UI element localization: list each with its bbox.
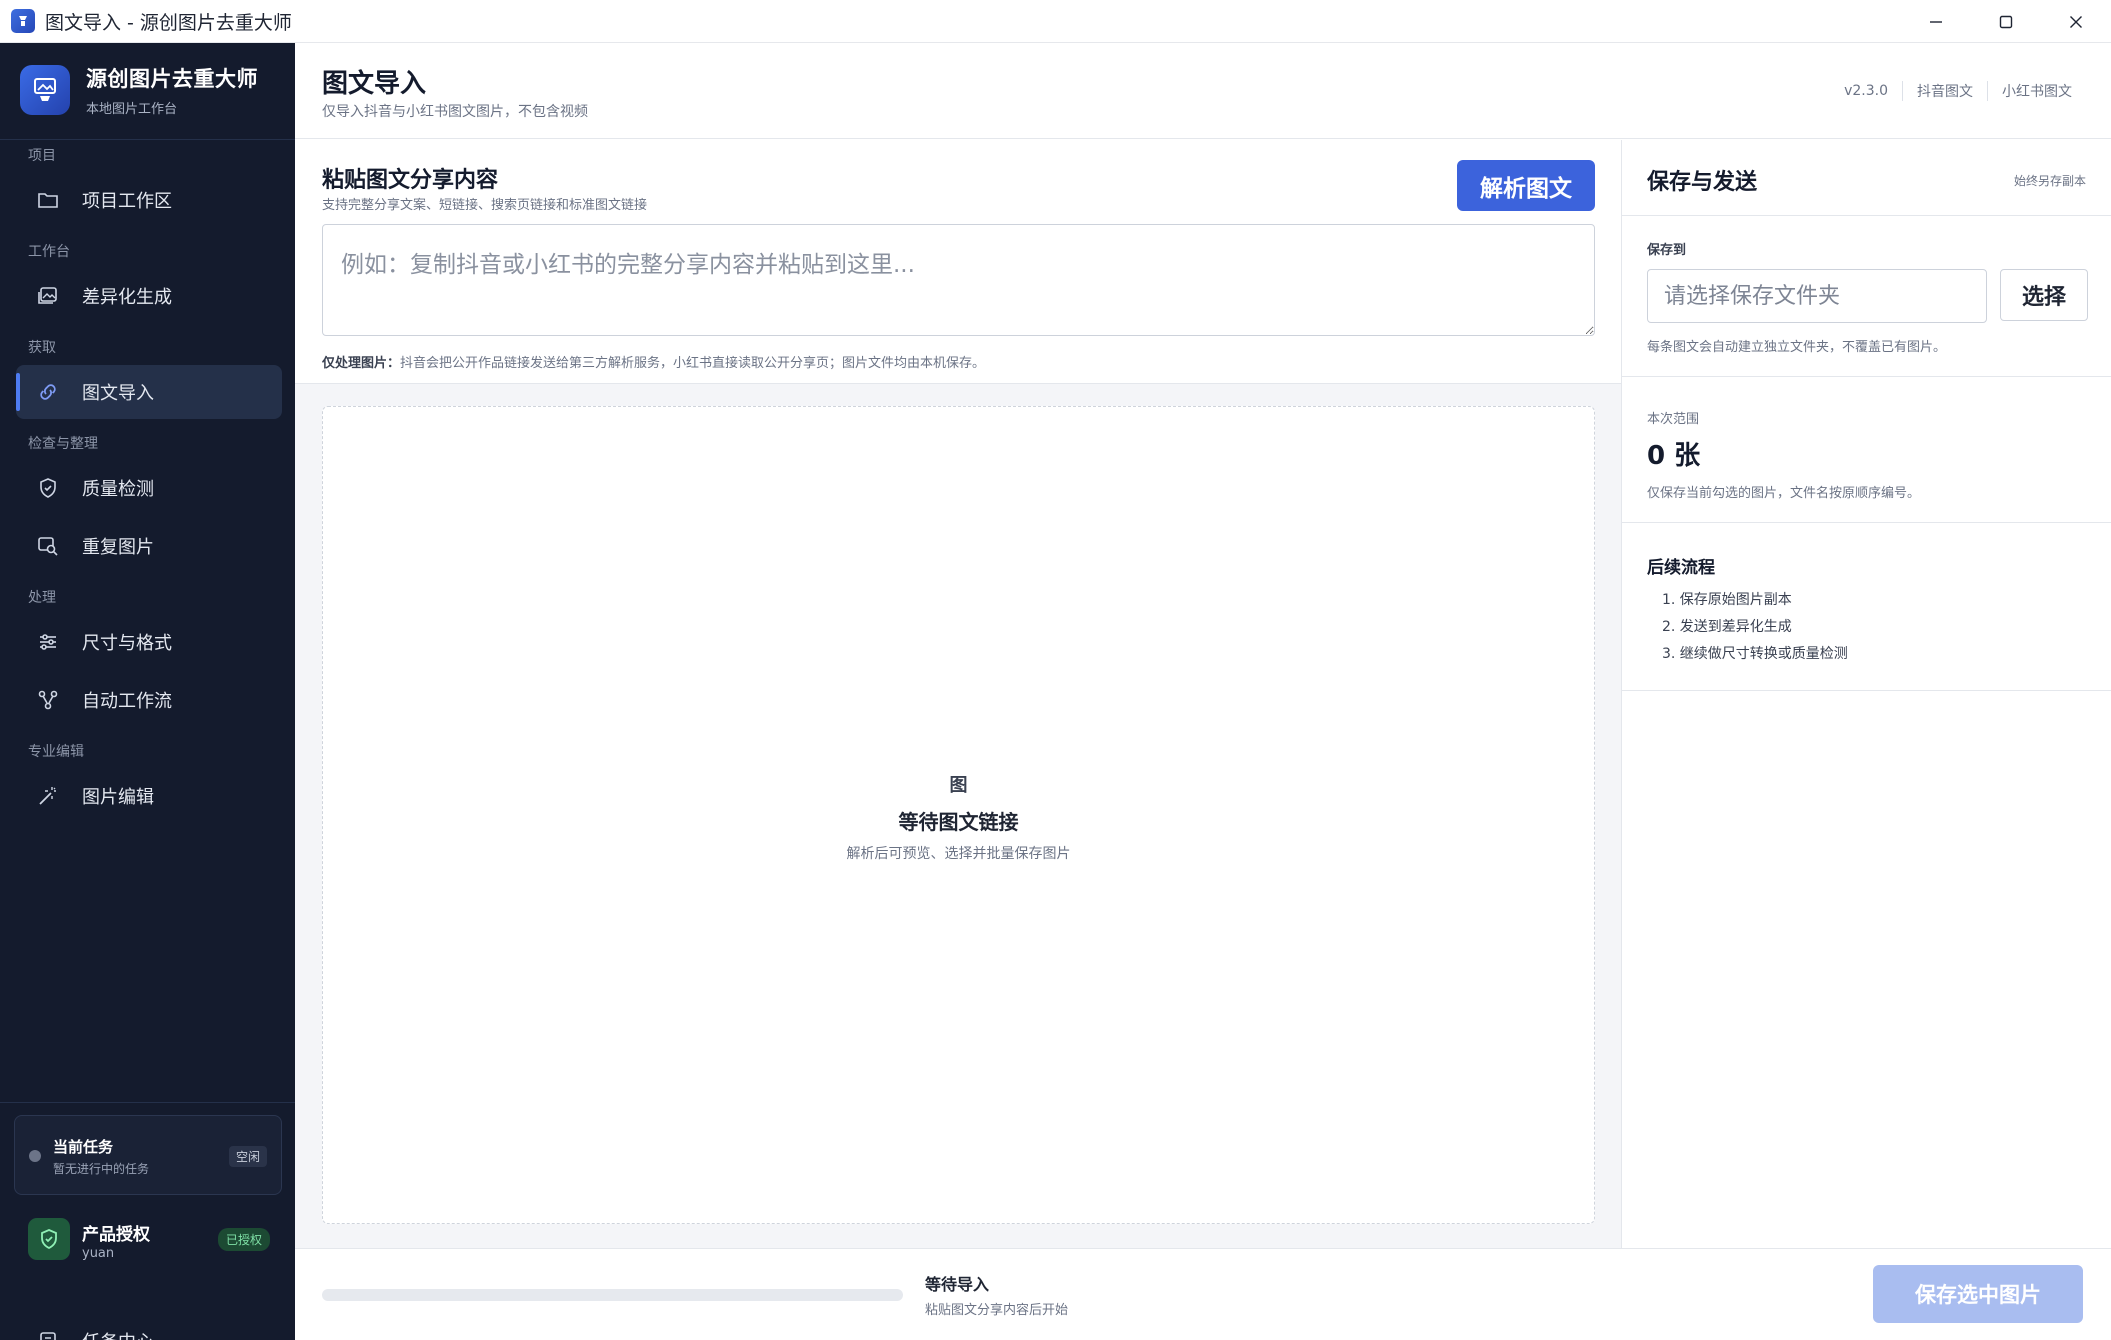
shield-check-icon [28,1218,70,1260]
brand-name: 源创图片去重大师 [86,67,258,91]
processing-note-label: 仅处理图片： [322,356,401,371]
save-send-panel: 保存与发送 始终另存副本 保存到 选择 每条图文会自动建立独立文件夹，不覆盖已有… [1621,140,2111,1248]
minimize-button[interactable] [1901,0,1971,43]
sidebar: 源创图片去重大师 本地图片工作台 项目 项目工作区 工作台 差异化生成 获取 图… [0,43,295,1340]
maximize-button[interactable] [1971,0,2041,43]
sidebar-item-image-import[interactable]: 图文导入 [16,365,282,419]
magic-wand-icon [34,782,62,810]
minimize-icon [1930,20,1942,23]
sidebar-item-duplicate-images[interactable]: 重复图片 [16,519,282,573]
group-label-acquire: 获取 [28,340,56,356]
empty-state-title: 等待图文链接 [898,810,1019,834]
close-icon [2070,15,2082,28]
shield-icon [34,474,62,502]
group-label-project: 项目 [28,148,56,164]
save-send-title: 保存与发送 [1647,170,1758,195]
scope-note: 仅保存当前勾选的图片，文件名按原顺序编号。 [1647,486,1921,501]
import-status-subtitle: 粘贴图文分享内容后开始 [925,1303,1069,1318]
task-subtitle: 暂无进行中的任务 [53,1162,150,1176]
follow-up-title: 后续流程 [1647,558,1715,578]
xiaohongshu-link[interactable]: 小红书图文 [1987,81,2086,101]
version-label: v2.3.0 [1844,83,1888,99]
save-selected-button[interactable]: 保存选中图片 [1873,1265,2083,1323]
save-copy-hint: 始终另存副本 [2013,174,2086,188]
page-subtitle: 仅导入抖音与小红书图文图片，不包含视频 [322,104,588,120]
main-content: 粘贴图文分享内容 支持完整分享文案、短链接、搜索页链接和标准图文链接 解析图文 … [295,140,1621,1248]
processing-note: 仅处理图片：抖音会把公开作品链接发送给第三方解析服务，小红书直接读取公开分享页；… [322,352,985,371]
group-label-pro-edit: 专业编辑 [28,744,84,760]
folder-icon [34,186,62,214]
page-header: 图文导入 仅导入抖音与小红书图文图片，不包含视频 v2.3.0 抖音图文 小红书… [295,43,2111,139]
task-status-badge: 空闲 [228,1146,267,1167]
window-title: 图文导入 - 源创图片去重大师 [45,11,292,34]
image-preview-area: 图 等待图文链接 解析后可预览、选择并批量保存图片 [322,406,1595,1224]
list-item: 2. 发送到差异化生成 [1662,619,1792,635]
task-title: 当前任务 [53,1138,114,1156]
header-links: v2.3.0 抖音图文 小红书图文 [1830,81,2086,101]
license-title: 产品授权 [82,1225,150,1245]
processing-note-text: 抖音会把公开作品链接发送给第三方解析服务，小红书直接读取公开分享页；图片文件均由… [400,356,986,371]
import-progress-bar [322,1289,903,1301]
sidebar-item-size-format[interactable]: 尺寸与格式 [16,615,282,669]
sidebar-item-image-edit[interactable]: 图片编辑 [16,769,282,823]
brand: 源创图片去重大师 本地图片工作台 [20,63,258,117]
image-icon [34,282,62,310]
parse-button[interactable]: 解析图文 [1457,160,1595,211]
list-item: 3. 继续做尺寸转换或质量检测 [1662,646,1848,662]
close-button[interactable] [2041,0,2111,43]
maximize-icon [1999,15,2013,28]
sidebar-item-quality-check[interactable]: 质量检测 [16,461,282,515]
choose-folder-button[interactable]: 选择 [2000,269,2088,321]
clipboard-list-icon [34,1327,62,1340]
folder-note: 每条图文会自动建立独立文件夹，不覆盖已有图片。 [1647,340,1947,355]
license-status-badge: 已授权 [217,1228,270,1251]
link-icon [34,378,62,406]
sidebar-item-project-workspace[interactable]: 项目工作区 [16,173,282,227]
window-titlebar: 图文导入 - 源创图片去重大师 [0,0,2111,43]
sidebar-item-auto-workflow[interactable]: 自动工作流 [16,673,282,727]
current-task-card[interactable]: 当前任务 暂无进行中的任务 空闲 [14,1115,282,1195]
import-status: 等待导入 [925,1275,990,1294]
paste-title: 粘贴图文分享内容 [322,168,499,193]
follow-up-list: 1. 保存原始图片副本 2. 发送到差异化生成 3. 继续做尺寸转换或质量检测 [1662,589,1848,670]
image-search-icon [34,532,62,560]
empty-state-subtitle: 解析后可预览、选择并批量保存图片 [846,846,1071,862]
workflow-icon [34,686,62,714]
license-user: yuan [82,1246,115,1261]
image-placeholder-icon: 图 [949,775,968,796]
sidebar-item-task-center[interactable]: 任务中心 [16,1314,282,1340]
scope-label: 本次范围 [1647,412,1700,427]
sliders-icon [34,628,62,656]
paste-subtitle: 支持完整分享文案、短链接、搜索页链接和标准图文链接 [322,198,648,213]
list-item: 1. 保存原始图片副本 [1662,592,1792,608]
share-content-input[interactable] [322,224,1595,336]
save-to-label: 保存到 [1647,243,1687,258]
scope-count: 0 张 [1647,441,1701,471]
group-label-check: 检查与整理 [28,436,98,452]
page-title: 图文导入 [322,69,427,99]
paste-card: 粘贴图文分享内容 支持完整分享文案、短链接、搜索页链接和标准图文链接 解析图文 … [295,140,1621,384]
save-folder-input[interactable] [1647,269,1987,323]
footer-bar: 等待导入 粘贴图文分享内容后开始 保存选中图片 [295,1248,2111,1340]
group-label-process: 处理 [28,590,56,606]
license-panel[interactable]: 产品授权 yuan 已授权 [14,1208,282,1268]
brand-logo-icon [20,65,70,115]
douyin-link[interactable]: 抖音图文 [1902,81,1987,101]
task-status-dot [29,1150,41,1162]
group-label-workbench: 工作台 [28,244,70,260]
sidebar-item-diff-generate[interactable]: 差异化生成 [16,269,282,323]
brand-subtitle: 本地图片工作台 [86,102,178,117]
app-icon [11,9,35,33]
